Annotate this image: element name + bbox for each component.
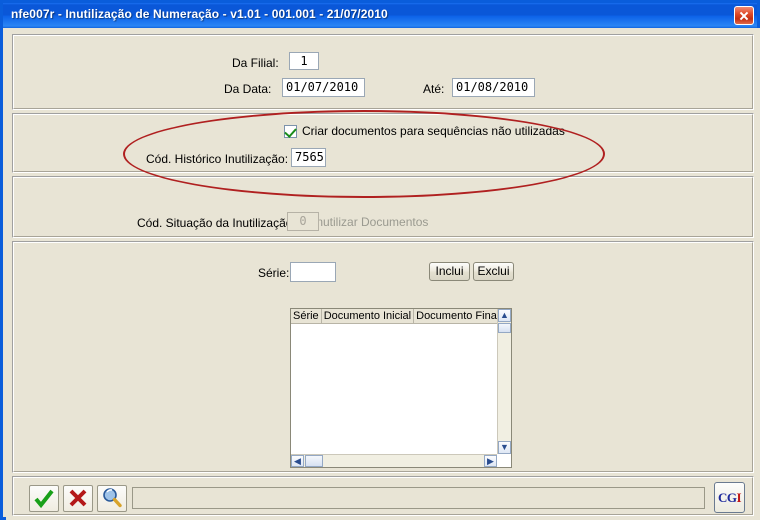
column-header-serie: Série (291, 309, 322, 323)
vertical-scroll-thumb[interactable] (498, 323, 511, 333)
create-documents-panel-inner: Criar documentos para sequências não uti… (13, 114, 753, 172)
ate-label: Até: (423, 82, 445, 96)
serie-panel-inner: Série: Inclui Exclui Série Documento Ini… (13, 242, 753, 472)
cgi-logo[interactable]: CGI (714, 482, 745, 513)
situacao-input: 0 (287, 212, 319, 231)
confirm-button[interactable] (29, 485, 59, 512)
inutilizar-documentos-label: Inutilizar Documentos (313, 215, 429, 229)
criar-documentos-label: Criar documentos para sequências não uti… (302, 124, 565, 138)
check-icon (284, 125, 297, 138)
data-label: Da Data: (224, 82, 272, 96)
historico-input[interactable]: 7565 (291, 148, 326, 167)
status-field[interactable] (132, 487, 705, 509)
search-button[interactable] (97, 485, 127, 512)
cgi-logo-blue: CG (717, 490, 737, 505)
list-header-row: Série Documento Inicial Documento Final (291, 309, 511, 324)
list-body[interactable] (291, 325, 497, 453)
horizontal-scroll-thumb[interactable] (305, 455, 323, 467)
documents-list[interactable]: Série Documento Inicial Documento Final … (290, 308, 512, 468)
serie-input[interactable] (290, 262, 336, 282)
create-documents-panel: Criar documentos para sequências não uti… (12, 113, 754, 173)
scroll-right-icon[interactable]: ▶ (484, 455, 497, 467)
application-window: nfe007r - Inutilização de Numeração - v1… (0, 0, 760, 520)
toolbar-panel-inner: CGI (13, 477, 753, 515)
filter-panel-inner: Da Filial: 1 Da Data: 01/07/2010 Até: 01… (13, 35, 753, 109)
cgi-logo-red: I (736, 490, 742, 505)
exclui-button[interactable]: Exclui (473, 262, 514, 281)
horizontal-scrollbar[interactable]: ◀ ▶ (291, 454, 497, 467)
inutilizar-documentos-panel-inner: Inutilizar Documentos (13, 177, 753, 237)
cancel-button[interactable] (63, 485, 93, 512)
ate-input[interactable]: 01/08/2010 (452, 78, 535, 97)
filial-input[interactable]: 1 (289, 52, 319, 70)
situacao-label: Cód. Situação da Inutilização: (137, 216, 296, 230)
historico-label: Cód. Histórico Inutilização: (146, 152, 289, 166)
data-input[interactable]: 01/07/2010 (282, 78, 365, 97)
serie-label: Série: (258, 266, 290, 280)
filial-label: Da Filial: (232, 56, 279, 70)
check-icon (34, 489, 54, 509)
filter-panel: Da Filial: 1 Da Data: 01/07/2010 Até: 01… (12, 34, 754, 110)
client-area: Da Filial: 1 Da Data: 01/07/2010 Até: 01… (6, 28, 760, 520)
criar-documentos-checkbox[interactable] (284, 125, 297, 138)
close-icon[interactable] (734, 6, 754, 25)
vertical-scrollbar[interactable]: ▲ ▼ (497, 309, 511, 454)
inclui-button[interactable]: Inclui (429, 262, 470, 281)
inutilizar-documentos-panel: Inutilizar Documentos (12, 176, 754, 238)
scroll-left-icon[interactable]: ◀ (291, 455, 304, 467)
serie-panel: Série: Inclui Exclui Série Documento Ini… (12, 241, 754, 473)
title-bar[interactable]: nfe007r - Inutilização de Numeração - v1… (3, 3, 757, 28)
scroll-up-icon[interactable]: ▲ (498, 309, 511, 322)
scroll-down-icon[interactable]: ▼ (498, 441, 511, 454)
column-header-documento-final: Documento Final (414, 309, 503, 323)
toolbar-panel: CGI (12, 476, 754, 516)
cross-icon (69, 489, 87, 507)
magnifier-icon (103, 488, 122, 508)
column-header-documento-inicial: Documento Inicial (322, 309, 415, 323)
window-title: nfe007r - Inutilização de Numeração - v1… (11, 7, 388, 21)
